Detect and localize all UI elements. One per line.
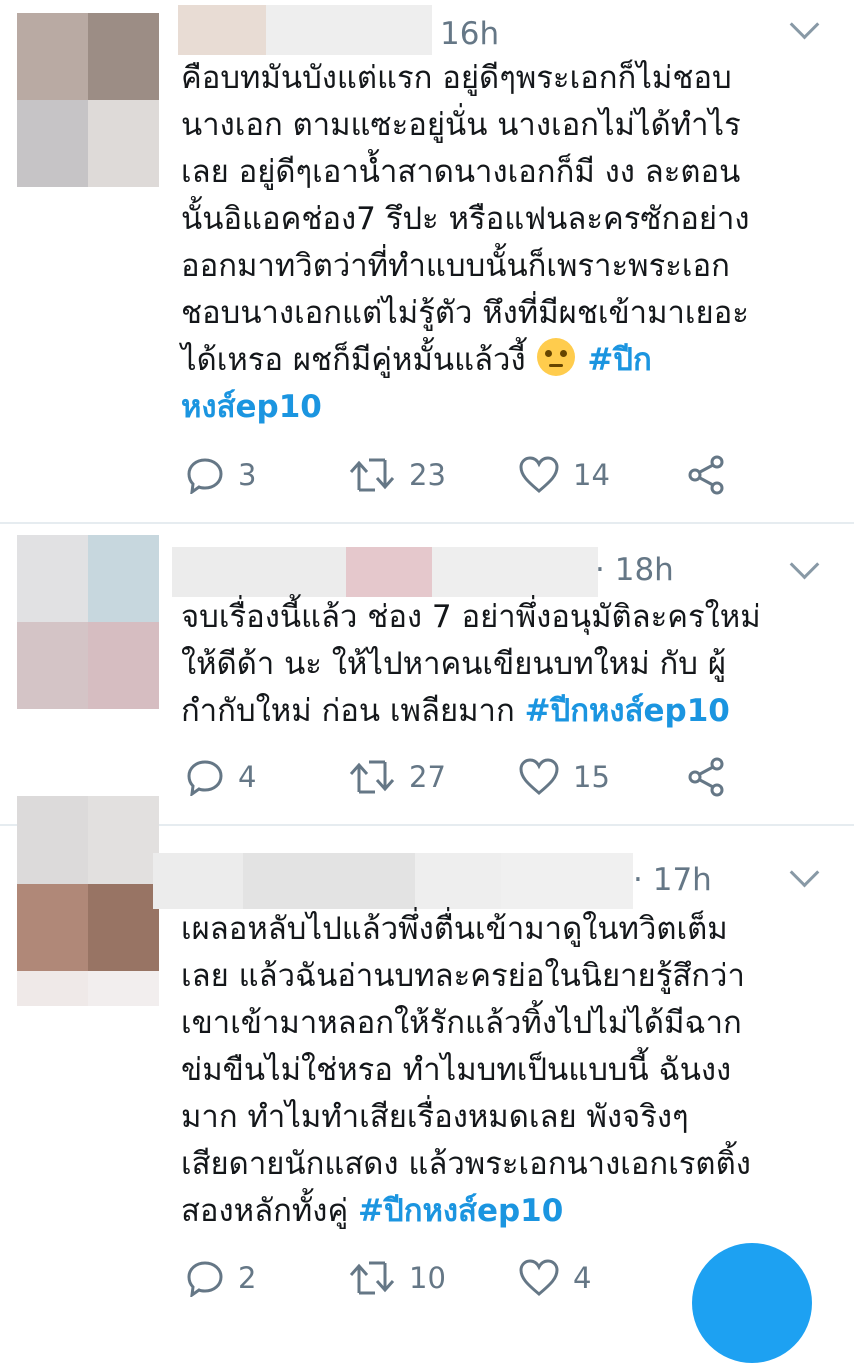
share-button[interactable] xyxy=(686,455,726,495)
hashtag-link[interactable]: #ปีกหงส์ep10 xyxy=(525,693,730,729)
reply-count: 4 xyxy=(238,760,257,794)
timestamp-text: 17h xyxy=(652,862,712,898)
like-button[interactable]: 4 xyxy=(519,1258,591,1298)
heart-icon xyxy=(519,456,559,493)
reply-icon xyxy=(187,1261,223,1297)
tweet[interactable]: 16h คือบทมันบังแต่แรก อยู่ดีๆพระเอกก็ไม่… xyxy=(0,0,854,522)
tweet-actions: 4 27 15 xyxy=(181,757,741,797)
like-button[interactable]: 14 xyxy=(519,455,610,495)
share-button[interactable] xyxy=(686,757,726,797)
hashtag-link[interactable]: #ปีกหงส์ep10 xyxy=(358,1193,563,1229)
retweet-button[interactable]: 27 xyxy=(349,757,446,797)
reply-icon xyxy=(187,760,223,796)
like-count: 4 xyxy=(573,1261,592,1295)
avatar[interactable] xyxy=(17,796,159,1006)
share-icon xyxy=(688,757,724,797)
heart-icon xyxy=(519,758,559,795)
retweet-icon xyxy=(349,760,395,794)
dot-separator: · xyxy=(595,552,615,588)
like-count: 15 xyxy=(573,760,610,794)
tweet[interactable]: · 17h เผลอหลับไปแล้วพึ่งตื่นเข้ามาดูในทว… xyxy=(0,796,854,1297)
chevron-down-icon[interactable] xyxy=(789,549,820,580)
retweet-icon xyxy=(349,458,395,492)
rolling-eyes-emoji-icon xyxy=(537,338,576,376)
compose-tweet-button[interactable] xyxy=(692,1243,812,1363)
reply-icon xyxy=(187,458,223,494)
like-count: 14 xyxy=(573,458,610,492)
reply-count: 3 xyxy=(238,458,257,492)
reply-button[interactable]: 4 xyxy=(186,757,256,797)
tweet-text: คือบทมันบังแต่แรก อยู่ดีๆพระเอกก็ไม่ชอบ … xyxy=(181,55,821,431)
tweet-timestamp[interactable]: · 17h xyxy=(633,862,712,898)
retweet-count: 23 xyxy=(409,458,446,492)
tweet-text: เผลอหลับไปแล้วพึ่งตื่นเข้ามาดูในทวิตเต็ม… xyxy=(181,906,821,1235)
avatar[interactable] xyxy=(17,535,159,709)
tweet-text-content: คือบทมันบังแต่แรก อยู่ดีๆพระเอกก็ไม่ชอบ … xyxy=(181,60,750,378)
retweet-count: 27 xyxy=(409,760,446,794)
tweet[interactable]: · 18h จบเรื่องนี้แล้ว ช่อง 7 อย่าพึ่งอนุ… xyxy=(0,524,854,824)
reply-count: 2 xyxy=(238,1261,257,1295)
tweet-timestamp[interactable]: 16h xyxy=(440,16,499,52)
username-redacted[interactable] xyxy=(178,5,432,55)
retweet-button[interactable]: 10 xyxy=(349,1258,446,1298)
tweet-actions: 3 23 14 xyxy=(181,455,741,495)
like-button[interactable]: 15 xyxy=(519,757,610,797)
tweet-text: จบเรื่องนี้แล้ว ช่อง 7 อย่าพึ่งอนุมัติละ… xyxy=(181,594,821,735)
tweet-actions: 2 10 4 xyxy=(181,1258,741,1298)
share-icon xyxy=(688,455,724,495)
timestamp-text: 18h xyxy=(614,552,674,588)
tweet-text-content: เผลอหลับไปแล้วพึ่งตื่นเข้ามาดูในทวิตเต็ม… xyxy=(181,911,751,1229)
chevron-down-icon[interactable] xyxy=(789,857,820,888)
retweet-icon xyxy=(349,1261,395,1295)
heart-icon xyxy=(519,1259,559,1296)
retweet-count: 10 xyxy=(409,1261,446,1295)
reply-button[interactable]: 3 xyxy=(186,455,256,495)
retweet-button[interactable]: 23 xyxy=(349,455,446,495)
dot-separator: · xyxy=(633,862,653,898)
chevron-down-icon[interactable] xyxy=(789,9,820,40)
username-redacted[interactable] xyxy=(153,853,633,909)
username-redacted[interactable] xyxy=(172,547,598,597)
tweet-timestamp[interactable]: · 18h xyxy=(595,552,674,588)
reply-button[interactable]: 2 xyxy=(186,1258,256,1298)
avatar[interactable] xyxy=(17,13,159,187)
